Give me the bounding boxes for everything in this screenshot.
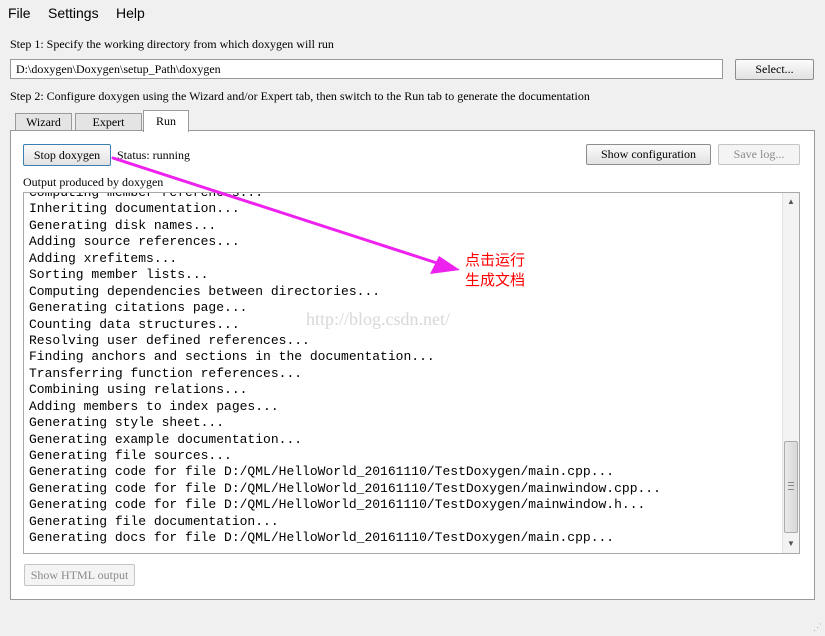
log-line: Generating disk names... [29, 217, 217, 233]
log-line: Generating code for file D:/QML/HelloWor… [29, 480, 661, 496]
working-directory-input[interactable]: D:\doxygen\Doxygen\setup_Path\doxygen [10, 59, 723, 79]
tab-expert[interactable]: Expert [75, 113, 142, 131]
tab-run[interactable]: Run [143, 110, 189, 132]
log-line: Generating file sources... [29, 448, 232, 463]
log-line: Transferring function references... [29, 365, 303, 381]
annotation-text: 点击运行 生成文档 [465, 251, 526, 289]
log-line: Generating example documentation... [29, 431, 303, 447]
scroll-thumb[interactable] [784, 441, 798, 533]
log-scrollbar[interactable]: ▲ ▼ [782, 193, 799, 553]
watermark: http://blog.csdn.net/ [306, 309, 450, 329]
log-line: Adding source references... [29, 234, 240, 250]
log-line: Generating style sheet... [29, 415, 225, 431]
step1-label: Step 1: Specify the working directory fr… [10, 37, 334, 51]
log-line: Computing dependencies between directori… [29, 283, 381, 299]
log-line: Generating code for file D:/QML/HelloWor… [29, 464, 615, 480]
output-label: Output produced by doxygen [23, 175, 164, 189]
log-line: Inheriting documentation... [29, 201, 240, 217]
log-line: Generating file documentation... [29, 513, 279, 529]
menu-bar: File Settings Help [0, 0, 825, 27]
menu-help[interactable]: Help [116, 5, 145, 21]
menu-settings[interactable]: Settings [48, 5, 99, 21]
log-line: Generating code for file D:/QML/HelloWor… [29, 497, 646, 513]
scroll-down-icon[interactable]: ▼ [787, 539, 795, 548]
status-text: Status: running [117, 148, 191, 162]
show-html-output-button[interactable]: Show HTML output [24, 564, 135, 586]
log-line: Generating docs for file D:/QML/HelloWor… [29, 530, 615, 546]
log-line: Adding xrefitems... [29, 250, 178, 266]
stop-doxygen-button[interactable]: Stop doxygen [23, 144, 111, 166]
scroll-up-icon[interactable]: ▲ [787, 197, 795, 206]
log-line: Sorting member lists... [29, 267, 209, 283]
log-line: Computing member references... [29, 192, 264, 200]
tab-wizard[interactable]: Wizard [15, 113, 72, 131]
step2-label: Step 2: Configure doxygen using the Wiza… [10, 89, 590, 103]
menu-file[interactable]: File [8, 5, 31, 21]
log-line: Resolving user defined references... [29, 332, 310, 348]
output-log-lines: Computing member references... Inheriting… [29, 192, 661, 547]
select-button[interactable]: Select... [735, 59, 814, 80]
show-configuration-button[interactable]: Show configuration [586, 144, 711, 165]
save-log-button[interactable]: Save log... [718, 144, 800, 165]
log-line: Finding anchors and sections in the docu… [29, 349, 435, 365]
log-line: Combining using relations... [29, 382, 248, 398]
log-line: Adding members to index pages... [29, 398, 279, 414]
output-log[interactable]: Computing member references... Inheriting… [23, 192, 800, 554]
resize-grip-icon[interactable]: ⋰ [813, 622, 822, 633]
grip-icon [788, 482, 794, 490]
